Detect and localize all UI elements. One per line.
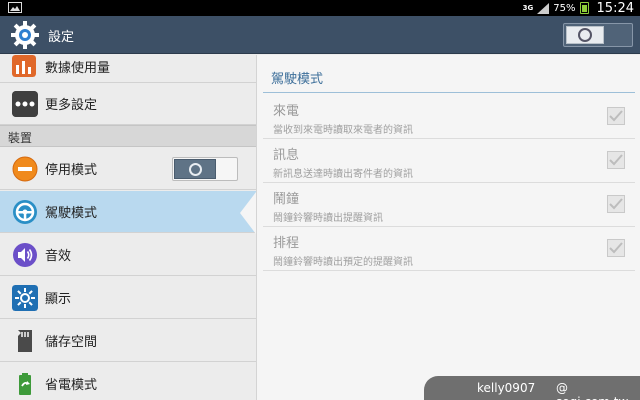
option-checkbox[interactable] — [607, 239, 625, 257]
data-usage-icon — [12, 55, 36, 77]
block-mode-icon — [12, 156, 38, 181]
option-title: 來電 — [273, 104, 300, 119]
network-type: 3G — [522, 3, 534, 12]
list-item-label: 省電模式 — [45, 378, 98, 393]
page-title: 設定 — [48, 30, 75, 45]
section-header-label: 裝置 — [8, 131, 33, 145]
option-summary: 鬧鐘鈴響時讀出提醒資訊 — [273, 213, 383, 224]
sound-icon — [13, 242, 37, 267]
detail-title: 駕駛模式 — [271, 72, 324, 87]
list-item-more-settings[interactable]: 更多設定 — [0, 83, 256, 125]
gallery-notification-icon — [8, 2, 22, 13]
watermark: kelly0907 @ sogi.com.tw — [424, 376, 640, 400]
checkmark-icon — [609, 198, 623, 210]
status-bar: 3G 75% 15:24 — [0, 0, 640, 16]
option-schedule[interactable]: 排程 鬧鐘鈴響時讀出預定的提醒資訊 — [263, 227, 635, 271]
list-item-driving-mode[interactable]: 駕駛模式 — [0, 191, 256, 233]
list-item-data-usage[interactable]: 數據使用量 — [0, 55, 256, 83]
display-icon — [12, 284, 38, 311]
battery-percent: 75% — [553, 2, 576, 14]
list-item-block-mode[interactable]: 停用模式 — [0, 148, 256, 190]
settings-list: 數據使用量 更多設定 裝置 停用模式 駕駛模式 音效 顯示 儲存空間 省電模式 — [0, 55, 256, 400]
option-checkbox[interactable] — [607, 195, 625, 213]
checkmark-icon — [609, 110, 623, 122]
power-saving-icon — [19, 372, 31, 395]
option-incoming-call[interactable]: 來電 當收到來電時讀取來電者的資訊 — [263, 95, 635, 139]
option-message[interactable]: 訊息 新訊息送達時讀出寄件者的資訊 — [263, 139, 635, 183]
list-item-sound[interactable]: 音效 — [0, 234, 256, 276]
list-item-storage[interactable]: 儲存空間 — [0, 320, 256, 362]
detail-title-divider — [263, 92, 635, 93]
list-item-label: 數據使用量 — [45, 61, 111, 76]
battery-icon — [579, 2, 589, 14]
selection-pointer — [240, 192, 256, 234]
block-mode-switch-knob — [174, 159, 216, 179]
action-bar: 設定 — [0, 16, 640, 54]
option-checkbox[interactable] — [607, 151, 625, 169]
list-item-label: 儲存空間 — [45, 335, 98, 350]
block-mode-switch[interactable] — [172, 157, 238, 181]
detail-pane: 駕駛模式 來電 當收到來電時讀取來電者的資訊 訊息 新訊息送達時讀出寄件者的資訊… — [256, 55, 640, 400]
option-title: 訊息 — [273, 148, 300, 163]
option-checkbox[interactable] — [607, 107, 625, 125]
checkmark-icon — [609, 154, 623, 166]
option-summary: 鬧鐘鈴響時讀出預定的提醒資訊 — [273, 257, 413, 268]
driving-mode-icon — [13, 199, 37, 224]
storage-icon — [18, 329, 32, 352]
clock: 15:24 — [596, 0, 634, 16]
option-alarm[interactable]: 鬧鐘 鬧鐘鈴響時讀出提醒資訊 — [263, 183, 635, 227]
master-switch[interactable] — [563, 23, 633, 47]
checkmark-icon — [609, 242, 623, 254]
watermark-site: @ sogi.com.tw — [556, 381, 628, 400]
option-summary: 當收到來電時讀取來電者的資訊 — [273, 125, 413, 136]
list-item-label: 音效 — [45, 249, 72, 264]
list-item-label: 顯示 — [45, 292, 72, 307]
watermark-user: kelly0907 — [477, 381, 536, 395]
list-item-power-saving[interactable]: 省電模式 — [0, 363, 256, 400]
section-header-device: 裝置 — [0, 125, 256, 147]
option-summary: 新訊息送達時讀出寄件者的資訊 — [273, 169, 413, 180]
signal-icon — [537, 2, 550, 14]
status-icons: 3G 75% 15:24 — [523, 0, 634, 16]
more-settings-icon — [12, 90, 38, 117]
option-title: 鬧鐘 — [273, 192, 300, 207]
settings-gear-icon[interactable] — [10, 20, 40, 50]
master-switch-knob — [566, 26, 604, 44]
option-title: 排程 — [273, 236, 300, 251]
list-item-display[interactable]: 顯示 — [0, 277, 256, 319]
list-item-label: 停用模式 — [45, 163, 98, 178]
list-item-label: 駕駛模式 — [45, 206, 98, 221]
list-item-label: 更多設定 — [45, 98, 98, 113]
